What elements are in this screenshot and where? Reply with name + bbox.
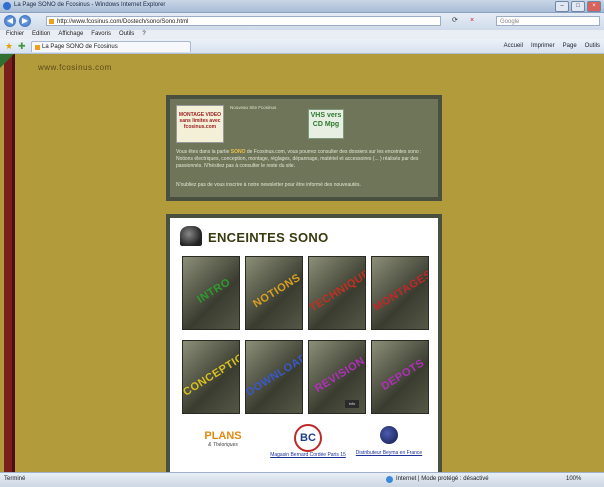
back-button[interactable]: ◀ — [4, 15, 16, 27]
tile-intro[interactable]: INTRO — [182, 256, 240, 330]
menu-favoris[interactable]: Favoris — [91, 30, 111, 39]
home-button[interactable]: Accueil — [504, 42, 523, 51]
enceintes-panel: ENCEINTES SONO INTRO NOTIONS TECHNIQUE M… — [166, 214, 442, 472]
print-button[interactable]: Imprimer — [531, 42, 555, 51]
favorites-star-icon[interactable]: ★ — [5, 41, 13, 51]
page-content: www.fcosinus.com MONTAGE VIDEO sans limi… — [0, 54, 604, 472]
logo-caption: Nouveau Site Fcosinus — [230, 105, 277, 110]
distributor-cordee[interactable]: BC Magasin Bernard Cordée Paris 15 — [270, 424, 346, 458]
menu-help[interactable]: ? — [142, 30, 145, 39]
intro-text-pre: Vous êtes dans la partie — [176, 149, 231, 155]
search-input[interactable]: Google — [496, 16, 600, 26]
tab-label: La Page SONO de Fcosinus — [42, 44, 118, 50]
navigation-bar: ◀ ▶ http://www.fcosinus.com/Dostech/sono… — [0, 13, 604, 30]
zoom-level[interactable]: 100% — [566, 476, 581, 482]
stop-button[interactable]: × — [470, 16, 474, 26]
info-panel: MONTAGE VIDEO sans limites avec fcosinus… — [166, 95, 442, 201]
vhs-cd-logo[interactable]: VHS vers CD Mpg — [308, 109, 344, 139]
tile-label: CONCEPTION — [182, 346, 240, 399]
address-bar[interactable]: http://www.fcosinus.com/Dostech/sono/Son… — [46, 16, 441, 26]
page-menu-button[interactable]: Page — [563, 42, 577, 51]
newsletter-paragraph: N'oubliez pas de vous inscrire à notre n… — [176, 182, 361, 188]
cordee-logo: BC — [294, 424, 322, 452]
tile-conception[interactable]: CONCEPTION — [182, 340, 240, 414]
tile-technique[interactable]: TECHNIQUE — [308, 256, 366, 330]
tab-favicon — [35, 45, 40, 50]
tile-label: DEPOTS — [379, 357, 427, 393]
ie-icon — [3, 2, 11, 10]
address-text: http://www.fcosinus.com/Dostech/sono/Son… — [57, 19, 189, 25]
beyma-logo — [380, 426, 398, 444]
window-title: La Page SONO de Fcosinus - Windows Inter… — [14, 2, 166, 8]
favorites-bar: ★ ✚ La Page SONO de Fcosinus Accueil Imp… — [0, 39, 604, 54]
left-decorative-bar — [4, 54, 15, 472]
distributor-beyma[interactable]: Distributeur Beyma en France — [348, 426, 430, 456]
beyma-link[interactable]: Distributeur Beyma en France — [348, 450, 430, 456]
menu-bar: Fichier Edition Affichage Favoris Outils… — [0, 30, 604, 39]
security-zone[interactable]: Internet | Mode protégé : désactivé — [396, 476, 489, 482]
plans-link[interactable]: PLANS & Théoriques — [196, 430, 250, 466]
menu-outils[interactable]: Outils — [119, 30, 134, 39]
corner-decoration — [0, 54, 14, 68]
cordee-link[interactable]: Magasin Bernard Cordée Paris 15 — [268, 452, 348, 458]
plans-title: PLANS — [204, 430, 242, 442]
maximize-button[interactable]: □ — [571, 1, 585, 12]
site-name[interactable]: www.fcosinus.com — [38, 63, 112, 72]
page-favicon — [49, 19, 54, 24]
montage-video-logo[interactable]: MONTAGE VIDEO sans limites avec fcosinus… — [176, 105, 224, 143]
refresh-button[interactable]: ⟳ — [452, 16, 458, 26]
internet-zone-icon — [386, 476, 393, 483]
plans-subtitle: & Théoriques — [208, 442, 238, 448]
tile-label: REVISION — [312, 354, 366, 396]
minimize-button[interactable]: – — [555, 1, 569, 12]
command-bar: Accueil Imprimer Page Outils — [504, 42, 600, 51]
speaker-icon — [180, 226, 202, 246]
menu-edition[interactable]: Edition — [32, 30, 50, 39]
tile-label: NOTIONS — [251, 271, 303, 311]
window-controls: – □ × — [555, 1, 601, 12]
status-text: Terminé — [4, 476, 26, 482]
add-favorite-icon[interactable]: ✚ — [18, 41, 26, 51]
tile-depots[interactable]: DEPOTS — [371, 340, 429, 414]
section-title: ENCEINTES SONO — [208, 230, 329, 245]
info-badge[interactable]: info — [345, 400, 359, 408]
browser-tab[interactable]: La Page SONO de Fcosinus — [31, 41, 191, 52]
tile-label: DOWNLOAD — [245, 351, 303, 399]
intro-paragraph: Vous êtes dans la partie SONO de Fcosinu… — [176, 149, 436, 170]
intro-text-bold: SONO — [230, 149, 246, 155]
menu-fichier[interactable]: Fichier — [6, 30, 24, 39]
tile-grid: INTRO NOTIONS TECHNIQUE MONTAGES CONCEPT… — [182, 256, 430, 420]
tile-montages[interactable]: MONTAGES — [371, 256, 429, 330]
tile-download[interactable]: DOWNLOAD — [245, 340, 303, 414]
tile-label: TECHNIQUE — [308, 267, 366, 315]
tile-notions[interactable]: NOTIONS — [245, 256, 303, 330]
forward-button[interactable]: ▶ — [19, 15, 31, 27]
tile-label: MONTAGES — [371, 268, 429, 314]
close-button[interactable]: × — [587, 1, 601, 12]
tools-menu-button[interactable]: Outils — [585, 42, 600, 51]
status-bar: Terminé Internet | Mode protégé : désact… — [0, 472, 604, 487]
menu-affichage[interactable]: Affichage — [58, 30, 83, 39]
window-titlebar: La Page SONO de Fcosinus - Windows Inter… — [0, 0, 604, 13]
tile-label: INTRO — [195, 276, 233, 306]
